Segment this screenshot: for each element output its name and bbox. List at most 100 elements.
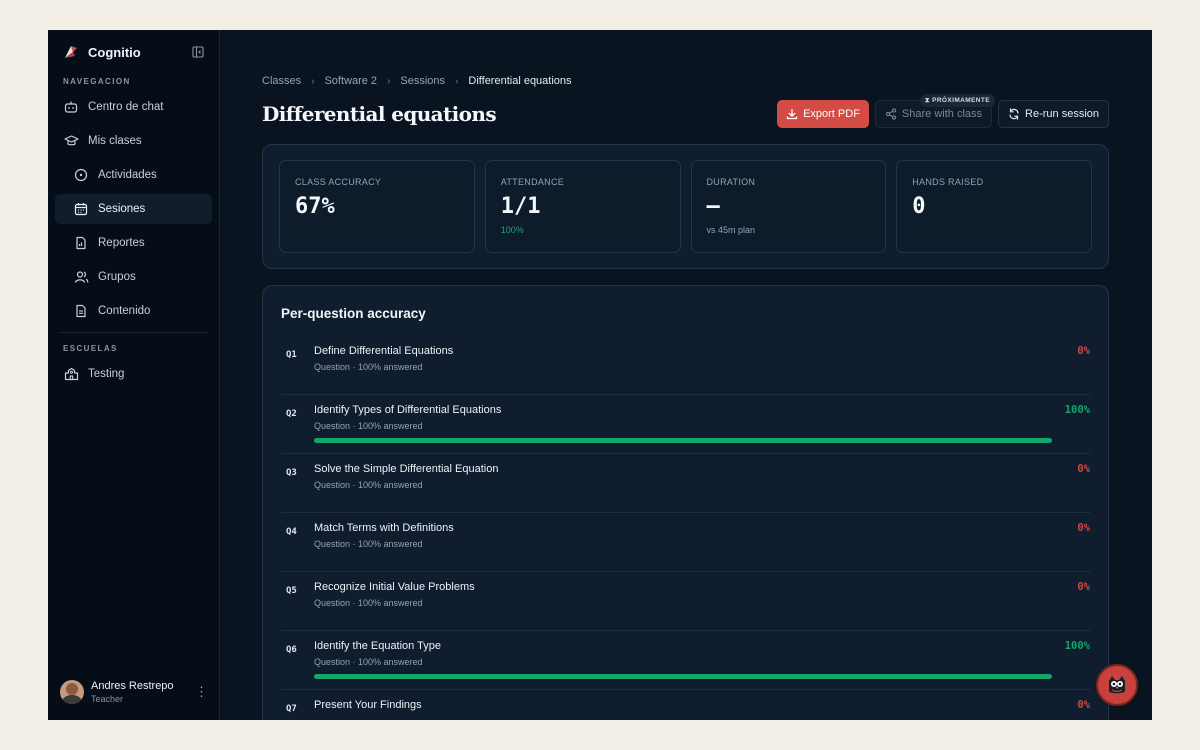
- question-row[interactable]: Q7 Present Your Findings 0%: [281, 690, 1090, 720]
- school-building-icon: [63, 366, 79, 382]
- question-title: Identify the Equation Type: [314, 640, 441, 652]
- breadcrumb-course[interactable]: Software 2: [324, 75, 377, 87]
- question-number: Q2: [286, 409, 297, 419]
- breadcrumb-current: Differential equations: [468, 75, 572, 87]
- share-label: Share with class: [901, 108, 983, 120]
- question-meta: Question · 100% answered: [314, 362, 423, 372]
- accuracy-progress-fill: [314, 438, 1052, 443]
- sidebar-item-my-classes[interactable]: Mis clases: [55, 126, 212, 156]
- user-profile[interactable]: Andres Restrepo Teacher ⋮: [48, 664, 219, 720]
- sidebar-divider: [59, 332, 208, 333]
- brand: Cognitio: [48, 30, 219, 74]
- cognitio-logo-icon: [65, 46, 77, 58]
- main-content: Classes › Software 2 › Sessions › Differ…: [220, 30, 1152, 720]
- share-with-class-button[interactable]: ⧗ PRÓXIMAMENTE Share with class: [874, 94, 995, 128]
- question-number: Q5: [286, 586, 297, 596]
- app-name: Cognitio: [88, 44, 141, 60]
- report-file-icon: [73, 235, 89, 251]
- coming-soon-label: PRÓXIMAMENTE: [932, 97, 990, 104]
- chevron-right-icon: ›: [311, 75, 315, 87]
- sidebar-item-content[interactable]: Contenido: [55, 296, 212, 326]
- chevron-right-icon: ›: [387, 75, 391, 87]
- export-pdf-button[interactable]: Export PDF: [777, 100, 869, 128]
- stat-card-hands-raised: HANDS RAISED 0: [896, 160, 1092, 253]
- stat-value: 67%: [295, 194, 335, 219]
- accuracy-progress-fill: [314, 674, 1052, 679]
- stats-panel: CLASS ACCURACY 67% ATTENDANCE 1/1 100% D…: [262, 144, 1109, 269]
- avatar: [60, 680, 84, 704]
- sidebar: Cognitio NAVEGACION Centro de chat Mis c…: [48, 30, 220, 720]
- coming-soon-badge: ⧗ PRÓXIMAMENTE: [919, 94, 995, 107]
- sidebar-item-label: Contenido: [98, 305, 151, 317]
- stat-label: CLASS ACCURACY: [295, 177, 382, 187]
- app-window: Cognitio NAVEGACION Centro de chat Mis c…: [48, 30, 1152, 720]
- stat-card-duration: DURATION — vs 45m plan: [690, 160, 887, 253]
- sidebar-item-chat-center[interactable]: Centro de chat: [55, 92, 212, 122]
- question-row[interactable]: Q4 Match Terms with Definitions Question ·…: [281, 513, 1090, 572]
- sidebar-collapse-icon[interactable]: [191, 45, 205, 59]
- sidebar-item-label: Reportes: [98, 237, 145, 249]
- question-title: Define Differential Equations: [314, 345, 454, 357]
- stat-card-attendance: ATTENDANCE 1/1 100%: [484, 160, 681, 253]
- calendar-icon: [73, 201, 89, 217]
- users-icon: [73, 269, 89, 285]
- sidebar-item-label: Mis clases: [88, 135, 142, 147]
- question-title: Present Your Findings: [314, 699, 422, 711]
- user-role: Teacher: [91, 694, 124, 704]
- export-pdf-label: Export PDF: [803, 108, 860, 120]
- question-title: Match Terms with Definitions: [314, 522, 454, 534]
- breadcrumb-sessions[interactable]: Sessions: [400, 75, 445, 87]
- stat-value: —: [706, 194, 720, 219]
- question-accuracy-value: 0%: [1077, 581, 1090, 593]
- owl-mascot-icon: [1109, 676, 1125, 694]
- schools-section-label: ESCUELAS: [63, 344, 118, 353]
- question-accuracy-value: 0%: [1077, 345, 1090, 357]
- stat-card-class-accuracy: CLASS ACCURACY 67%: [279, 160, 475, 253]
- document-icon: [73, 303, 89, 319]
- question-row[interactable]: Q2 Identify Types of Differential Equatio…: [281, 395, 1090, 454]
- sidebar-item-label: Actividades: [98, 169, 157, 181]
- breadcrumb: Classes › Software 2 › Sessions › Differ…: [262, 74, 1109, 88]
- more-vertical-icon[interactable]: ⋮: [195, 684, 208, 700]
- question-row[interactable]: Q5 Recognize Initial Value Problems Questi…: [281, 572, 1090, 631]
- stat-value: 0: [912, 194, 926, 219]
- stat-label: DURATION: [706, 177, 756, 187]
- question-row[interactable]: Q1 Define Differential Equations Question …: [281, 336, 1090, 395]
- sidebar-item-sessions[interactable]: Sesiones: [55, 194, 212, 224]
- question-number: Q3: [286, 468, 297, 478]
- rerun-label: Re-run session: [1025, 108, 1099, 120]
- chevron-right-icon: ›: [455, 75, 459, 87]
- question-list: Q1 Define Differential Equations Question …: [281, 336, 1090, 720]
- sidebar-item-activities[interactable]: Actividades: [55, 160, 212, 190]
- circle-dot-icon: [73, 167, 89, 183]
- question-number: Q6: [286, 645, 297, 655]
- breadcrumb-classes[interactable]: Classes: [262, 75, 301, 87]
- sidebar-item-label: Sesiones: [98, 203, 146, 215]
- assistant-fab-button[interactable]: [1096, 664, 1138, 706]
- sidebar-item-label: Centro de chat: [88, 101, 164, 113]
- refresh-icon: [1008, 108, 1020, 120]
- share-icon: [885, 108, 897, 120]
- sidebar-item-school-testing[interactable]: Testing: [55, 359, 212, 389]
- question-number: Q7: [286, 704, 297, 714]
- sidebar-item-groups[interactable]: Grupos: [55, 262, 212, 292]
- stat-subtext: 100%: [500, 225, 524, 235]
- accuracy-progress-bar: [314, 438, 1052, 443]
- sidebar-item-reports[interactable]: Reportes: [55, 228, 212, 258]
- question-row[interactable]: Q3 Solve the Simple Differential Equation…: [281, 454, 1090, 513]
- question-row[interactable]: Q6 Identify the Equation Type Question · 1…: [281, 631, 1090, 690]
- stat-label: HANDS RAISED: [912, 177, 984, 187]
- stat-label: ATTENDANCE: [500, 177, 565, 187]
- question-number: Q1: [286, 350, 297, 360]
- sidebar-item-label: Testing: [88, 368, 125, 380]
- question-meta: Question · 100% answered: [314, 421, 423, 431]
- user-name: Andres Restrepo: [91, 680, 174, 692]
- page-title: Differential equations: [262, 102, 497, 126]
- question-number: Q4: [286, 527, 297, 537]
- question-meta: Question · 100% answered: [314, 539, 423, 549]
- question-title: Identify Types of Differential Equations: [314, 404, 502, 416]
- rerun-session-button[interactable]: Re-run session: [998, 100, 1109, 128]
- panel-title: Per-question accuracy: [281, 306, 426, 321]
- question-accuracy-value: 100%: [1064, 640, 1090, 652]
- header-actions: Export PDF ⧗ PRÓXIMAMENTE Share with cla…: [771, 94, 1109, 128]
